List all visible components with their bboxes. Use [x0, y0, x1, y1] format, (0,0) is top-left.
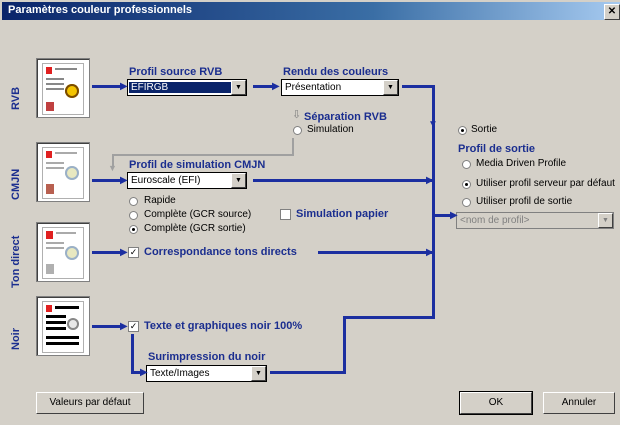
chevron-down-icon[interactable]: ▼	[251, 366, 266, 381]
row-label-rvb: RVB	[10, 86, 22, 110]
surimpression-value: Texte/Images	[150, 368, 210, 379]
cmjn-option-label: Complète (GCR source)	[144, 209, 252, 220]
row-label-ton-direct: Ton direct	[10, 235, 22, 288]
close-icon[interactable]: ✕	[604, 4, 620, 20]
tons-directs-checkbox[interactable]: ✓	[128, 247, 139, 258]
rendu-label: Rendu des couleurs	[283, 66, 389, 78]
valeurs-defaut-button[interactable]: Valeurs par défaut	[36, 392, 144, 414]
separation-arrow-icon: ⇩	[292, 109, 302, 121]
profil-sortie-option-label: Utiliser profil serveur par défaut	[476, 178, 615, 189]
simulation-papier-checkbox[interactable]	[280, 209, 291, 220]
profil-sortie-option-label: Utiliser profil de sortie	[476, 196, 573, 207]
arrow-right-icon: ▶	[450, 210, 458, 221]
simulation-cmjn-label: Profil de simulation CMJN	[129, 159, 266, 171]
sortie-option-label: Sortie	[471, 124, 498, 135]
arrow-down-icon: ▼	[428, 119, 438, 130]
cmjn-option-label: Complète (GCR sortie)	[144, 223, 246, 234]
noir-100-checkbox[interactable]: ✓	[128, 321, 139, 332]
profil-source-value: EFIRGB	[129, 82, 243, 93]
surimpression-label: Surimpression du noir	[148, 351, 266, 363]
cmjn-option-label: Rapide	[144, 195, 176, 206]
rendu-value: Présentation	[285, 82, 342, 93]
cmjn-page-icon	[36, 142, 90, 202]
cmjn-gcr-source-radio[interactable]	[129, 211, 138, 220]
noir-page-icon	[36, 296, 90, 356]
arrow-right-icon: ▶	[272, 81, 280, 92]
row-label-noir: Noir	[10, 328, 22, 350]
cmjn-rapide-radio[interactable]	[129, 197, 138, 206]
arrow-right-icon: ▶	[120, 175, 128, 186]
arrow-right-icon: ▶	[426, 247, 434, 258]
profil-sortie-label: Profil de sortie	[458, 143, 536, 155]
simulation-option-label: Simulation	[307, 124, 354, 135]
title-bar: Paramètres couleur professionnels ✕	[2, 2, 620, 20]
arrow-right-icon: ▶	[120, 321, 128, 332]
annuler-button[interactable]: Annuler	[543, 392, 615, 414]
media-driven-radio[interactable]	[462, 160, 471, 169]
simulation-cmjn-select[interactable]: Euroscale (EFI) ▼	[127, 172, 247, 189]
cmjn-gcr-sortie-radio[interactable]	[129, 225, 138, 234]
chevron-down-icon[interactable]: ▼	[383, 80, 398, 95]
profil-nom-placeholder: <nom de profil>	[460, 215, 530, 226]
row-label-cmjn: CMJN	[10, 168, 22, 200]
ok-button[interactable]: OK	[459, 391, 533, 415]
simulation-papier-label: Simulation papier	[296, 208, 389, 220]
noir-100-label: Texte et graphiques noir 100%	[144, 320, 303, 332]
profil-nom-select[interactable]: <nom de profil> ▼	[456, 212, 614, 229]
surimpression-select[interactable]: Texte/Images ▼	[146, 365, 267, 382]
rvb-page-icon	[36, 58, 90, 118]
ton-direct-page-icon	[36, 222, 90, 282]
chevron-down-icon[interactable]: ▼	[231, 173, 246, 188]
chevron-down-icon[interactable]: ▼	[598, 213, 613, 228]
arrow-right-icon: ▶	[140, 367, 148, 378]
arrow-down-icon: ▼	[108, 163, 117, 173]
arrow-right-icon: ▶	[120, 247, 128, 258]
chevron-down-icon[interactable]: ▼	[231, 80, 246, 95]
dialog-window: Paramètres couleur professionnels ✕ RVB …	[0, 0, 620, 425]
profil-sortie-radio[interactable]	[462, 198, 471, 207]
profil-source-label: Profil source RVB	[129, 66, 223, 78]
separation-label: Séparation RVB	[304, 111, 387, 123]
window-title: Paramètres couleur professionnels	[8, 4, 193, 16]
profil-sortie-option-label: Media Driven Profile	[476, 158, 567, 169]
arrow-right-icon: ▶	[426, 175, 434, 186]
sortie-radio[interactable]	[458, 126, 467, 135]
simulation-cmjn-value: Euroscale (EFI)	[131, 175, 201, 186]
tons-directs-label: Correspondance tons directs	[144, 246, 297, 258]
simulation-radio[interactable]	[293, 126, 302, 135]
profil-source-select[interactable]: EFIRGB ▼	[127, 79, 247, 96]
rendu-select[interactable]: Présentation ▼	[281, 79, 399, 96]
serveur-defaut-radio[interactable]	[462, 180, 471, 189]
arrow-right-icon: ▶	[120, 81, 128, 92]
